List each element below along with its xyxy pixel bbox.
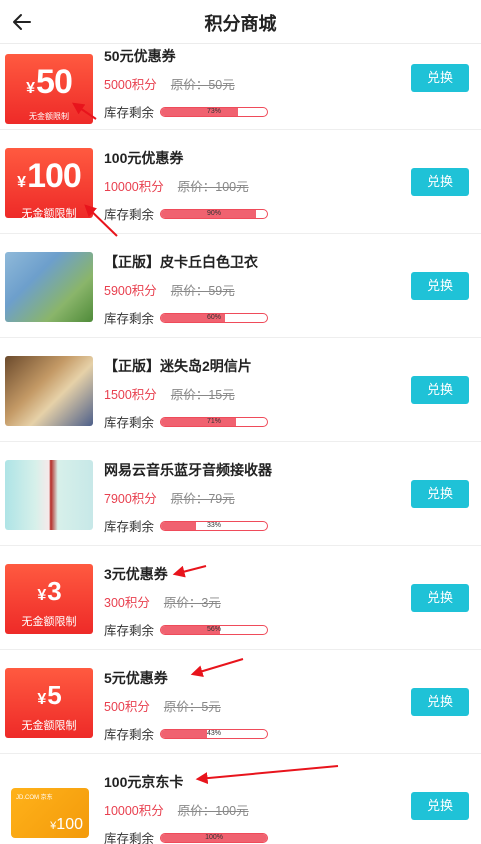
jd-logo: JD.COM 京东 xyxy=(16,795,53,801)
stock-percent: 43% xyxy=(207,729,222,737)
item-points: 1500积分 xyxy=(104,388,157,402)
item-name: 【正版】迷失岛2明信片 xyxy=(104,358,252,374)
stock-percent: 73% xyxy=(207,107,222,115)
item-info: 3元优惠券 300积分 原价：3元 库存剩余 56% xyxy=(104,564,404,639)
stock-percent: 33% xyxy=(207,521,222,529)
yen-symbol: ¥ xyxy=(37,691,46,708)
stock-progress-bar: 43% xyxy=(160,728,269,739)
stock-percent: 56% xyxy=(207,625,222,633)
list-item: ¥100 无金额限制 100元优惠券 10000积分 原价：100元 库存剩余 9… xyxy=(0,130,481,234)
stock-label: 库存剩余 xyxy=(104,728,155,742)
stock-progress-bar: 60% xyxy=(160,312,269,323)
item-info: 100元京东卡 10000积分 原价：100元 库存剩余 100% xyxy=(104,772,404,844)
coupon-amount: 50 xyxy=(36,63,73,101)
item-original-price: 原价：50元 xyxy=(170,78,235,92)
coupon-note: 无金额限制 xyxy=(21,616,77,628)
redeem-button[interactable]: 兑换 xyxy=(411,272,469,300)
coupon-note: 无金额限制 xyxy=(21,720,77,732)
stock-label: 库存剩余 xyxy=(104,312,155,326)
receiver-product-image xyxy=(5,460,93,530)
yen-symbol: ¥ xyxy=(37,587,46,604)
item-points: 5000积分 xyxy=(104,78,157,92)
item-original-price: 原价：100元 xyxy=(177,804,249,818)
redeem-button[interactable]: 兑换 xyxy=(411,584,469,612)
list-item: ¥3 无金额限制 3元优惠券 300积分 原价：3元 库存剩余 56% 兑换 xyxy=(0,546,481,650)
item-name: 50元优惠券 xyxy=(104,48,176,64)
yen-symbol: ¥ xyxy=(17,174,26,191)
item-info: 50元优惠券 5000积分 原价：50元 库存剩余 73% xyxy=(104,46,404,121)
list-item: 【正版】皮卡丘白色卫衣 5900积分 原价：59元 库存剩余 60% 兑换 xyxy=(0,234,481,338)
list-item: JD.COM 京东 ¥100 100元京东卡 10000积分 原价：100元 库存… xyxy=(0,754,481,844)
top-bar: 积分商城 xyxy=(0,0,481,44)
redeem-button[interactable]: 兑换 xyxy=(411,688,469,716)
item-name: 100元京东卡 xyxy=(104,774,184,790)
stock-progress-bar: 71% xyxy=(160,416,269,427)
jd-gift-card: JD.COM 京东 ¥100 xyxy=(11,788,89,838)
item-original-price: 原价：15元 xyxy=(170,388,235,402)
stock-percent: 90% xyxy=(207,209,222,217)
item-info: 【正版】迷失岛2明信片 1500积分 原价：15元 库存剩余 71% xyxy=(104,356,404,431)
item-original-price: 原价：100元 xyxy=(177,180,249,194)
stock-percent: 100% xyxy=(205,833,223,841)
stock-percent: 71% xyxy=(207,417,222,425)
item-original-price: 原价：3元 xyxy=(163,596,221,610)
coupon-image: ¥5 无金额限制 xyxy=(5,668,93,738)
item-points: 10000积分 xyxy=(104,180,164,194)
stock-label: 库存剩余 xyxy=(104,416,155,430)
item-name: 【正版】皮卡丘白色卫衣 xyxy=(104,254,258,270)
redeem-button[interactable]: 兑换 xyxy=(411,376,469,404)
stock-progress-bar: 33% xyxy=(160,520,269,531)
stock-label: 库存剩余 xyxy=(104,832,155,844)
product-list: ¥50 无金额限制 50元优惠券 5000积分 原价：50元 库存剩余 73% 兑… xyxy=(0,44,481,844)
hoodie-product-image xyxy=(5,252,93,322)
item-name: 100元优惠券 xyxy=(104,150,184,166)
coupon-image: ¥100 无金额限制 xyxy=(5,148,93,218)
stock-label: 库存剩余 xyxy=(104,624,155,638)
stock-progress-bar: 90% xyxy=(160,208,269,219)
redeem-button[interactable]: 兑换 xyxy=(411,480,469,508)
item-points: 500积分 xyxy=(104,700,150,714)
coupon-amount: 3 xyxy=(47,576,62,606)
coupon-note: 无金额限制 xyxy=(29,112,69,121)
yen-symbol: ¥ xyxy=(26,80,35,97)
coupon-note: 无金额限制 xyxy=(21,208,77,218)
list-item: ¥50 无金额限制 50元优惠券 5000积分 原价：50元 库存剩余 73% 兑… xyxy=(0,44,481,130)
stock-label: 库存剩余 xyxy=(104,208,155,222)
stock-percent: 60% xyxy=(207,313,222,321)
list-item: 【正版】迷失岛2明信片 1500积分 原价：15元 库存剩余 71% 兑换 xyxy=(0,338,481,442)
item-name: 5元优惠券 xyxy=(104,670,168,686)
stock-progress-bar: 56% xyxy=(160,624,269,635)
item-points: 10000积分 xyxy=(104,804,164,818)
item-original-price: 原价：79元 xyxy=(170,492,235,506)
redeem-button[interactable]: 兑换 xyxy=(411,168,469,196)
item-info: 5元优惠券 500积分 原价：5元 库存剩余 43% xyxy=(104,668,404,743)
postcard-product-image xyxy=(5,356,93,426)
redeem-button[interactable]: 兑换 xyxy=(411,64,469,92)
item-info: 网易云音乐蓝牙音频接收器 7900积分 原价：79元 库存剩余 33% xyxy=(104,460,404,535)
coupon-amount: 5 xyxy=(47,680,62,710)
redeem-button[interactable]: 兑换 xyxy=(411,792,469,820)
item-points: 7900积分 xyxy=(104,492,157,506)
stock-progress-bar: 100% xyxy=(160,832,269,843)
coupon-image: ¥50 无金额限制 xyxy=(5,54,93,124)
coupon-image: ¥3 无金额限制 xyxy=(5,564,93,634)
jd-card-image: JD.COM 京东 ¥100 xyxy=(5,772,93,842)
item-info: 100元优惠券 10000积分 原价：100元 库存剩余 90% xyxy=(104,148,404,223)
card-amount: 100 xyxy=(56,816,83,833)
item-info: 【正版】皮卡丘白色卫衣 5900积分 原价：59元 库存剩余 60% xyxy=(104,252,404,327)
list-item: 网易云音乐蓝牙音频接收器 7900积分 原价：79元 库存剩余 33% 兑换 xyxy=(0,442,481,546)
item-points: 5900积分 xyxy=(104,284,157,298)
stock-label: 库存剩余 xyxy=(104,106,155,120)
coupon-amount: 100 xyxy=(27,157,82,195)
item-original-price: 原价：5元 xyxy=(163,700,221,714)
item-original-price: 原价：59元 xyxy=(170,284,235,298)
stock-progress-bar: 73% xyxy=(160,106,269,117)
item-points: 300积分 xyxy=(104,596,150,610)
item-name: 3元优惠券 xyxy=(104,566,168,582)
list-item: ¥5 无金额限制 5元优惠券 500积分 原价：5元 库存剩余 43% 兑换 xyxy=(0,650,481,754)
page-title: 积分商城 xyxy=(204,14,277,34)
stock-label: 库存剩余 xyxy=(104,520,155,534)
item-name: 网易云音乐蓝牙音频接收器 xyxy=(104,462,272,478)
